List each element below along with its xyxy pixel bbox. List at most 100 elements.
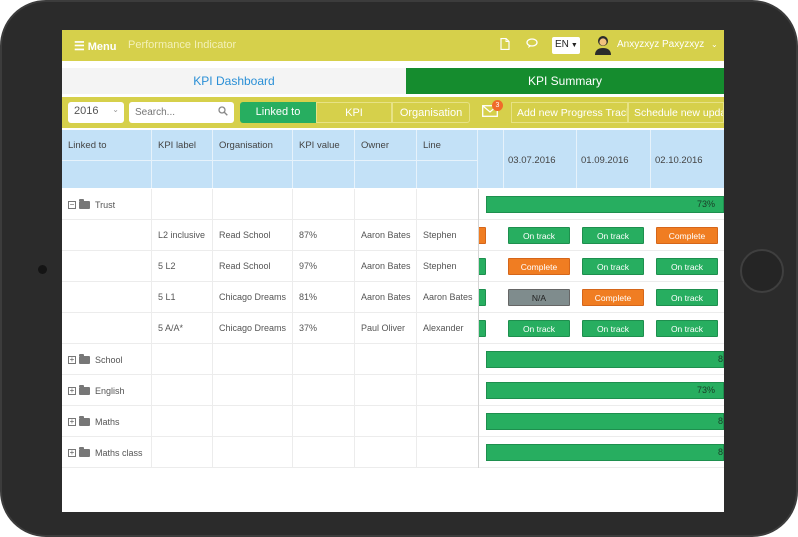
status-badge[interactable]: On track	[508, 320, 570, 337]
status-badge[interactable]: Complete	[656, 227, 718, 244]
group-row[interactable]: + School 8	[62, 344, 724, 375]
collapse-icon[interactable]: −	[68, 201, 76, 209]
add-progress-tracker-button[interactable]: Add new Progress Tracker	[511, 102, 628, 123]
segment-linked-to[interactable]: Linked to	[240, 102, 316, 123]
status-badge[interactable]: N/A	[508, 289, 570, 306]
column-header-line[interactable]: Line	[417, 130, 478, 188]
language-select[interactable]: EN ▼	[552, 37, 580, 54]
table-cell	[213, 344, 293, 375]
status-badge[interactable]	[478, 227, 486, 244]
group-row[interactable]: − Trust 73%	[62, 189, 724, 220]
view-tabs: KPI Dashboard KPI Summary	[62, 68, 724, 94]
segment-organisation[interactable]: Organisation	[392, 102, 470, 123]
status-badge[interactable]: On track	[656, 258, 718, 275]
table-cell	[355, 344, 417, 375]
expand-icon[interactable]: +	[68, 356, 76, 364]
table-row[interactable]: L2 inclusive Read School 87% Aaron Bates…	[62, 220, 724, 251]
user-menu[interactable]: Anxyzxyz Paxyzxyz ⌄	[617, 39, 718, 50]
table-row[interactable]: 5 L2 Read School 97% Aaron Bates Stephen…	[62, 251, 724, 282]
status-badge[interactable]: Complete	[508, 258, 570, 275]
table-cell	[293, 437, 355, 468]
search-icon[interactable]	[218, 106, 228, 116]
expand-icon[interactable]: +	[68, 449, 76, 457]
column-header-kpi-value[interactable]: KPI value	[293, 130, 355, 188]
year-select[interactable]: 2016 ⌄	[68, 102, 124, 123]
folder-icon	[79, 354, 90, 364]
tab-kpi-summary[interactable]: KPI Summary	[406, 68, 724, 94]
kpi-summary-grid: Linked to KPI label Organisation KPI val…	[62, 130, 724, 512]
group-row[interactable]: + Maths class 8	[62, 437, 724, 468]
organisation-cell: Read School	[213, 220, 293, 251]
table-cell	[355, 189, 417, 220]
status-badge[interactable]	[478, 258, 486, 275]
chat-icon[interactable]	[526, 38, 539, 52]
organisation-cell: Chicago Dreams	[213, 313, 293, 344]
frozen-divider	[478, 251, 479, 282]
table-cell	[417, 437, 479, 468]
group-progress-bar: 8	[486, 351, 724, 368]
home-button[interactable]	[740, 249, 784, 293]
chevron-down-icon: ⌄	[711, 40, 718, 49]
expand-icon[interactable]: +	[68, 387, 76, 395]
menu-button[interactable]: ☰ Menu	[74, 39, 117, 53]
table-cell	[417, 189, 479, 220]
status-badge[interactable]: On track	[508, 227, 570, 244]
camera-dot	[38, 265, 47, 274]
table-cell	[62, 251, 152, 282]
group-cell: + Maths	[62, 406, 152, 437]
table-cell	[293, 189, 355, 220]
segment-kpi[interactable]: KPI	[316, 102, 392, 123]
frozen-divider	[478, 313, 479, 344]
line-cell: Aaron Bates	[417, 282, 479, 313]
column-header-linked-to[interactable]: Linked to	[62, 130, 152, 188]
table-cell	[62, 220, 152, 251]
status-badge[interactable]: On track	[582, 320, 644, 337]
expand-icon[interactable]: +	[68, 418, 76, 426]
folder-icon	[79, 447, 90, 457]
line-cell: Stephen	[417, 251, 479, 282]
document-icon[interactable]	[500, 37, 510, 53]
status-badge[interactable]	[478, 320, 486, 337]
table-header: Linked to KPI label Organisation KPI val…	[62, 130, 478, 188]
frozen-divider	[478, 375, 479, 406]
column-header-organisation[interactable]: Organisation	[213, 130, 293, 188]
group-cell: − Trust	[62, 189, 152, 220]
group-name: Maths	[95, 416, 120, 427]
table-cell	[417, 406, 479, 437]
chevron-down-icon: ⌄	[112, 105, 119, 114]
owner-cell: Aaron Bates	[355, 282, 417, 313]
column-header-label: Owner	[361, 140, 389, 151]
timeline-divider	[503, 130, 504, 188]
table-cell	[62, 313, 152, 344]
group-progress-bar: 73%	[486, 196, 724, 213]
filter-toolbar: 2016 ⌄ Linked to KPI Organisation 3 Add …	[62, 97, 724, 128]
table-cell	[62, 282, 152, 313]
user-avatar-icon[interactable]	[594, 35, 612, 55]
schedule-update-button[interactable]: Schedule new updat	[628, 102, 724, 123]
user-name: Anxyzxyz Paxyzxyz	[617, 39, 705, 50]
status-badge[interactable]: Complete	[582, 289, 644, 306]
owner-cell: Paul Oliver	[355, 313, 417, 344]
status-badge[interactable]: On track	[582, 258, 644, 275]
column-header-label: Linked to	[68, 140, 107, 151]
column-header-label: Organisation	[219, 140, 273, 151]
frozen-divider	[478, 344, 479, 375]
group-row[interactable]: + Maths 8	[62, 406, 724, 437]
organisation-cell: Read School	[213, 251, 293, 282]
status-badge[interactable]: On track	[582, 227, 644, 244]
column-header-owner[interactable]: Owner	[355, 130, 417, 188]
table-row[interactable]: 5 L1 Chicago Dreams 81% Aaron Bates Aaro…	[62, 282, 724, 313]
group-name: Trust	[95, 199, 116, 210]
tab-kpi-dashboard[interactable]: KPI Dashboard	[62, 68, 406, 94]
status-badge[interactable]: On track	[656, 289, 718, 306]
table-cell	[293, 344, 355, 375]
table-cell	[417, 375, 479, 406]
table-row[interactable]: 5 A/A* Chicago Dreams 37% Paul Oliver Al…	[62, 313, 724, 344]
group-row[interactable]: + English 73%	[62, 375, 724, 406]
language-value: EN	[555, 39, 569, 50]
status-badge[interactable]: On track	[656, 320, 718, 337]
table-cell	[213, 189, 293, 220]
column-header-kpi-label[interactable]: KPI label	[152, 130, 213, 188]
table-cell	[293, 375, 355, 406]
status-badge[interactable]	[478, 289, 486, 306]
